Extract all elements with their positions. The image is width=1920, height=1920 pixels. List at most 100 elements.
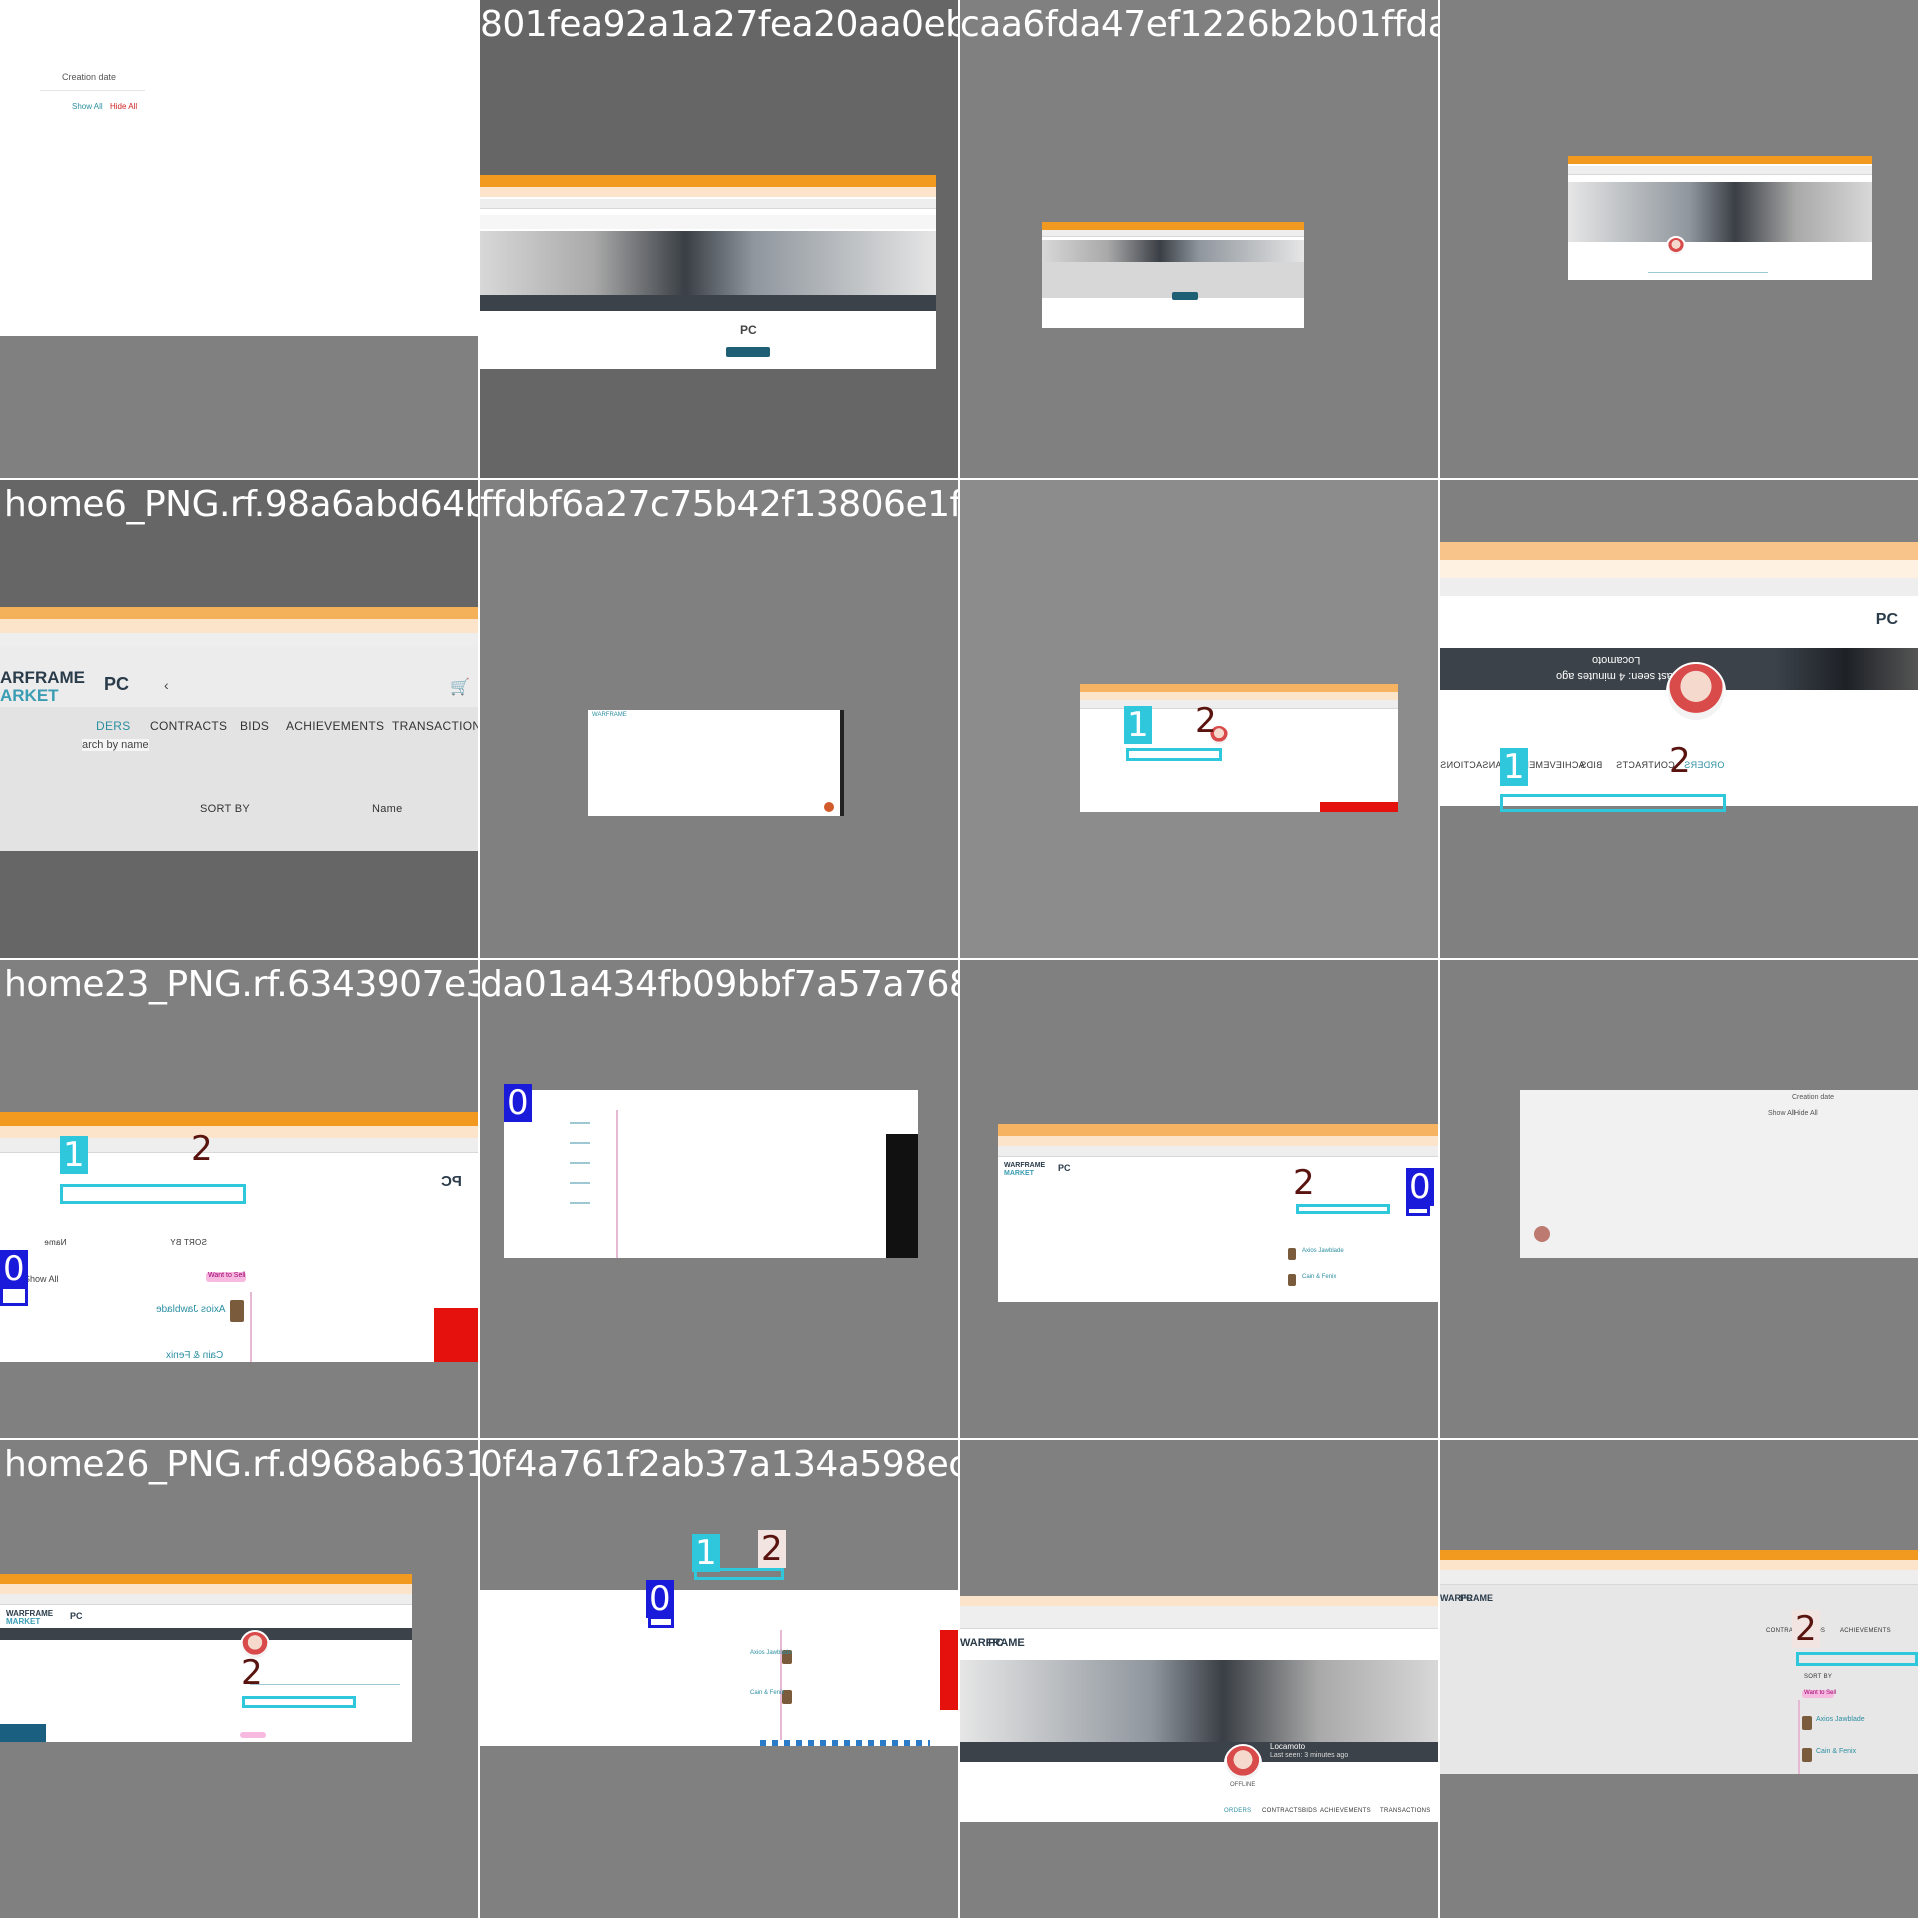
- item-name-2[interactable]: Cain & Fenix: [1816, 1748, 1856, 1755]
- profile-banner: [0, 1628, 412, 1640]
- label-tag-0: 0: [646, 1580, 674, 1618]
- search-input-bbox: [1126, 748, 1222, 761]
- screenshot-thumbnail: [504, 1090, 918, 1258]
- hide-all-link[interactable]: Hide All: [110, 102, 137, 111]
- profile-banner: [960, 1660, 1438, 1742]
- divider: [40, 90, 145, 91]
- tab-bids[interactable]: BIDS: [1302, 1808, 1317, 1814]
- tab-orders[interactable]: DERS: [96, 719, 131, 733]
- sort-by-value[interactable]: Name: [372, 803, 403, 815]
- grid-tile: Creation date Show All Hide All home25_P…: [0, 0, 478, 478]
- show-all-link[interactable]: Show All: [72, 102, 103, 111]
- tab-contracts[interactable]: CONTRACTS: [1262, 1808, 1302, 1814]
- grid-tile: WARFRAME PC Locamoto Last seen: 3 minute…: [960, 1440, 1438, 1918]
- tile-filename-overlap: da01a434fb09bbf7a57a7688cff08e5063e1b780…: [480, 964, 958, 1005]
- screenshot-thumbnail: Creation date Show All Hide All: [0, 0, 478, 336]
- scrollbar[interactable]: [840, 710, 844, 816]
- browser-titlebar: [1440, 542, 1918, 560]
- browser-tabbar: [480, 187, 936, 197]
- hide-all-link[interactable]: Hide All: [1794, 1110, 1818, 1117]
- tab-transactions[interactable]: TRANSACTIONS: [1380, 1808, 1431, 1814]
- label-tag-1: 1: [1124, 706, 1152, 744]
- tab-transactions[interactable]: TRANSACTIONS: [392, 719, 478, 733]
- item-name-2[interactable]: Cain & Fenix: [1302, 1274, 1336, 1280]
- grid-tile: PC 801fea92a1a27fea20aa0eb34a7221f2f9630…: [480, 0, 958, 478]
- tab-achievements[interactable]: ACHIEVEMENTS: [1840, 1628, 1891, 1634]
- bookmarks-bar: [998, 1146, 1438, 1157]
- edit-profile-button[interactable]: [726, 347, 770, 357]
- profile-banner: [1568, 182, 1872, 242]
- grid-tile: caa6fda47ef1226b2b01ffda77be7d0: [960, 0, 1438, 478]
- browser-titlebar: [1440, 1550, 1918, 1560]
- site-header: [480, 215, 936, 229]
- ad-panel[interactable]: [886, 1134, 918, 1258]
- list-item: [570, 1162, 590, 1164]
- grid-tile: Axios Jawblade Cain & Fenix 1 2 0 0f4a76…: [480, 1440, 958, 1918]
- chat-icon[interactable]: [824, 802, 834, 812]
- browser-titlebar: [0, 607, 478, 619]
- list-item: [570, 1202, 590, 1204]
- cart-icon[interactable]: 🛒: [450, 677, 470, 697]
- tab-achievements[interactable]: ACHIEVEMENTS: [1320, 1808, 1371, 1814]
- tab-achievements[interactable]: ACHIEVEMENTS: [286, 719, 384, 733]
- grid-tile: PC SORT BY Name Show All Want to Sell Ax…: [0, 960, 478, 1438]
- tab-bids[interactable]: BIDS: [1580, 760, 1602, 770]
- item-name-1[interactable]: Axios Jawblade: [156, 1304, 225, 1315]
- item-name-2[interactable]: Cain & Fenix: [166, 1350, 223, 1361]
- item-name-1[interactable]: Axios Jawblade: [1302, 1248, 1344, 1254]
- browser-titlebar: [0, 1112, 478, 1126]
- label-tag-2: 2: [191, 1129, 213, 1169]
- grid-tile: ARFRAME ARKET PC ‹ 🛒 DERS CONTRACTS BIDS…: [0, 480, 478, 958]
- item-thumbnail: [230, 1300, 244, 1322]
- item-name-1[interactable]: Axios Jawblade: [1816, 1716, 1865, 1723]
- screenshot-thumbnail: Creation date Show All Hide All: [1520, 1090, 1918, 1258]
- platform-select[interactable]: PC: [1058, 1164, 1071, 1173]
- section-divider: [616, 1110, 618, 1258]
- bookmarks-bar: [1440, 578, 1918, 597]
- edit-profile-button[interactable]: [1172, 292, 1198, 300]
- user-avatar: [1224, 1744, 1262, 1782]
- browser-titlebar: [0, 1574, 412, 1584]
- cart-button-bbox: [0, 1286, 28, 1306]
- browser-tabbar: [0, 1584, 412, 1594]
- tab-orders[interactable]: ORDERS: [1224, 1808, 1251, 1814]
- platform-select[interactable]: PC: [70, 1612, 83, 1621]
- platform-select[interactable]: PC: [441, 1173, 462, 1190]
- platform-select[interactable]: PC: [1460, 1594, 1473, 1603]
- show-all-link[interactable]: Show All: [24, 1274, 59, 1284]
- search-input-bbox: [1796, 1652, 1918, 1666]
- chevron-left-icon[interactable]: ‹: [164, 677, 169, 693]
- platform-select[interactable]: PC: [988, 1638, 1003, 1649]
- chat-icon[interactable]: [1534, 1226, 1550, 1242]
- platform-select[interactable]: PC: [104, 675, 129, 693]
- last-seen-mirrored: Last seen: 4 minutes ago: [1556, 670, 1679, 682]
- grid-tile: [1440, 0, 1918, 478]
- screenshot-thumbnail: WARFRAME MARKET PC: [0, 1574, 412, 1742]
- label-tag-1: 1: [1500, 748, 1528, 786]
- tab-bids[interactable]: BIDS: [240, 719, 269, 733]
- user-avatar: [1666, 662, 1726, 722]
- browser-titlebar: [1568, 156, 1872, 164]
- list-item: [570, 1182, 590, 1184]
- label-tag-0: 0: [1406, 1168, 1434, 1206]
- browser-tabbar: [998, 1136, 1438, 1146]
- label-tag-1: 1: [60, 1136, 88, 1174]
- sort-by-value[interactable]: Name: [44, 1238, 67, 1247]
- browser-titlebar: [1042, 222, 1304, 230]
- item-thumbnail: [1288, 1274, 1296, 1286]
- user-name: Locamoto: [1270, 1742, 1306, 1751]
- browser-tabbar: [1080, 692, 1398, 700]
- browser-tabbar: [0, 619, 478, 633]
- platform-select[interactable]: PC: [1876, 612, 1898, 628]
- item-name-2[interactable]: Cain & Fenix: [750, 1690, 784, 1696]
- browser-titlebar: [998, 1124, 1438, 1136]
- tile-filename-overlap: caa6fda47ef1226b2b01ffda77be7d0: [960, 4, 1438, 45]
- tab-strip: [1648, 272, 1768, 273]
- section-divider: [1798, 1700, 1800, 1774]
- tab-contracts[interactable]: CONTRACTS: [150, 719, 227, 733]
- show-all-link[interactable]: Show All: [1768, 1110, 1795, 1117]
- profile-banner: [480, 231, 936, 299]
- search-input-bbox: [242, 1696, 356, 1708]
- item-name-1[interactable]: Axios Jawblade: [750, 1650, 792, 1656]
- logo-line-2: MARKET: [1004, 1170, 1034, 1177]
